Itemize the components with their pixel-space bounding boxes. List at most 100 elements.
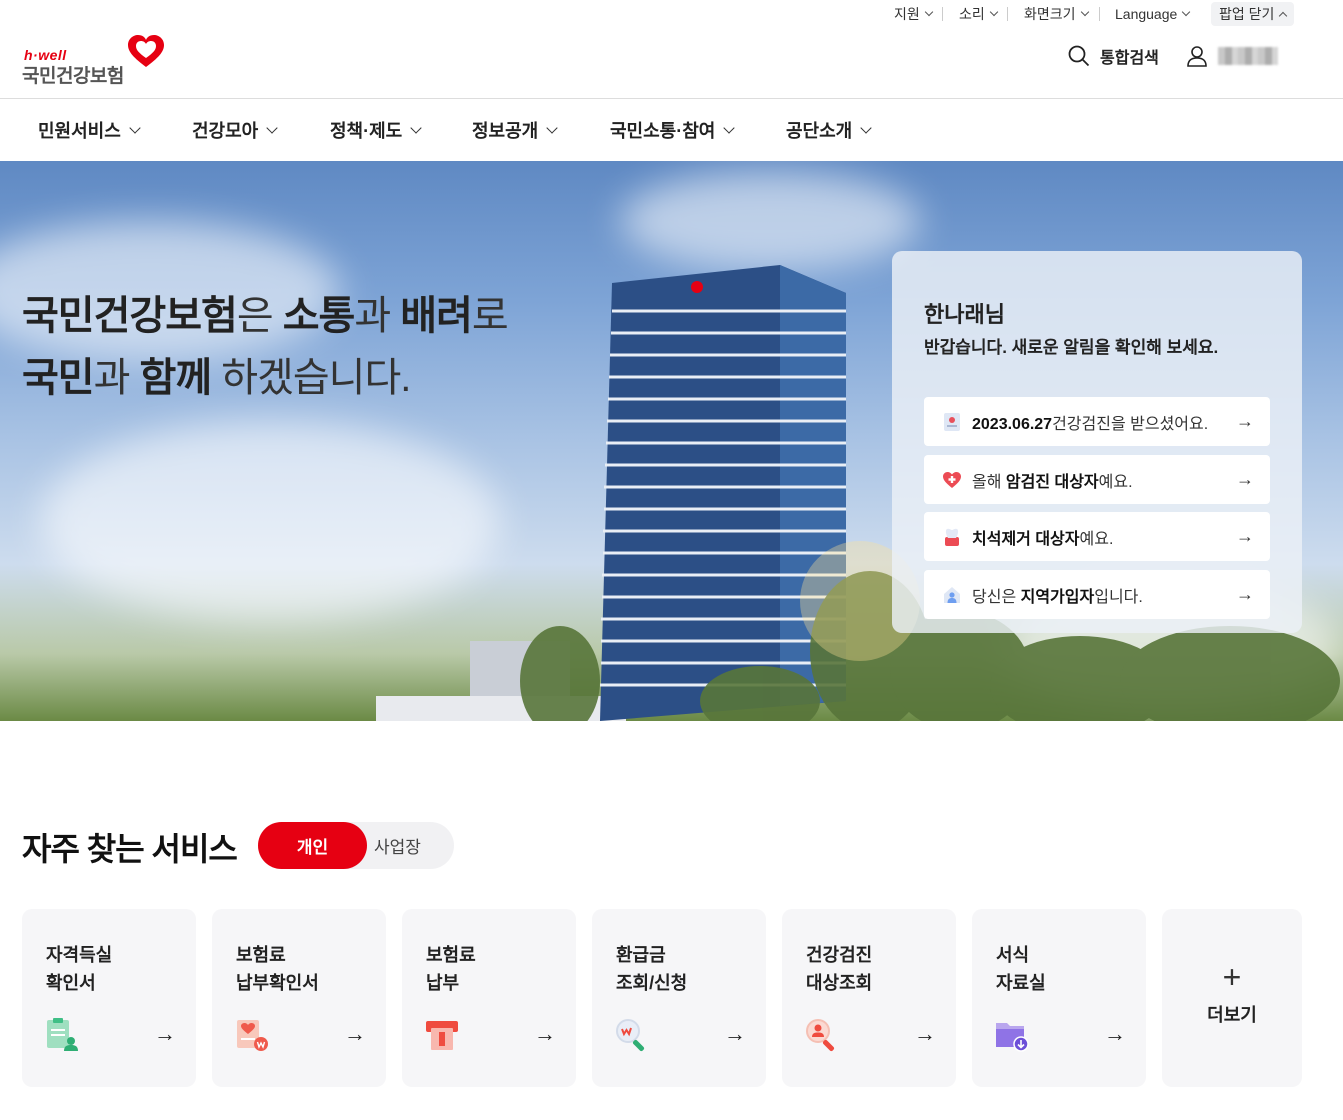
service-card-checkup-target[interactable]: 건강검진 대상조회 →: [782, 909, 956, 1087]
popup-close-label: 팝업 닫기: [1219, 6, 1275, 22]
arrow-right-icon: →: [1236, 469, 1254, 489]
more-label: 더보기: [1207, 1005, 1257, 1025]
service-card-form-library[interactable]: 서식 자료실 →: [972, 909, 1146, 1087]
tooth-icon: [942, 527, 962, 547]
arrow-right-icon: →: [1104, 1021, 1126, 1046]
service-card-payment-confirmation[interactable]: 보험료 납부확인서 →: [212, 909, 386, 1087]
hero-text: 로: [471, 294, 509, 338]
service-card-premium-payment[interactable]: 보험료 납부 →: [402, 909, 576, 1087]
screen-size-label: 화면크기: [1024, 6, 1076, 22]
tab-business[interactable]: 사업장: [374, 822, 421, 869]
gnb-label: 국민소통·참여: [610, 121, 716, 141]
gnb-item-health-moa[interactable]: 건강모아: [192, 117, 278, 143]
notice-text: 치석제거 대상자예요.: [972, 530, 1114, 548]
service-more-button[interactable]: + 더보기: [1162, 909, 1302, 1087]
service-card-label: 환급금 조회/신청: [616, 945, 688, 993]
notification-panel: 한나래님 반갑습니다. 새로운 알림을 확인해 보세요. 2023.06.27건…: [892, 251, 1302, 633]
notice-item-checkup[interactable]: 2023.06.27건강검진을 받으셨어요. →: [924, 397, 1270, 446]
chevron-up-icon: [1279, 11, 1288, 21]
chevron-down-icon: [723, 121, 736, 134]
checkup-doc-icon: [942, 412, 962, 432]
service-card-label: 보험료 납부확인서: [236, 945, 319, 993]
language-label: Language: [1115, 6, 1178, 22]
support-menu[interactable]: 지원: [886, 2, 940, 26]
arrow-right-icon: →: [724, 1021, 746, 1046]
logo[interactable]: h·well 국민건강보험: [22, 34, 167, 87]
gnb-item-policy[interactable]: 정책·제도: [330, 117, 422, 143]
gnb-item-about[interactable]: 공단소개: [786, 117, 872, 143]
service-card-label: 서식 자료실: [996, 945, 1046, 993]
user-name-blurred: [1218, 47, 1278, 65]
popup-close-button[interactable]: 팝업 닫기: [1211, 2, 1295, 26]
greeting-subtitle: 반갑습니다. 새로운 알림을 확인해 보세요.: [924, 338, 1219, 357]
integrated-search-button[interactable]: 통합검색: [1068, 40, 1159, 72]
home-person-icon: [942, 585, 962, 605]
screen-size-menu[interactable]: 화면크기: [1016, 2, 1096, 26]
certificate-person-icon: [47, 1018, 78, 1051]
refund-search-icon: [616, 1019, 645, 1052]
arrow-right-icon: →: [1236, 526, 1254, 546]
hero-text: 과: [354, 294, 401, 338]
logo-name: 국민건강보험: [22, 66, 124, 87]
user-icon: [1187, 46, 1207, 67]
plus-icon: +: [1222, 959, 1242, 995]
main-navigation: 민원서비스 건강모아 정책·제도 정보공개 국민소통·참여 공단소개: [0, 99, 1343, 161]
hero-text: 과: [93, 356, 140, 400]
chevron-down-icon: [129, 121, 141, 134]
gnb-label: 건강모아: [192, 121, 259, 141]
service-card-refund[interactable]: 환급금 조회/신청 →: [592, 909, 766, 1087]
chevron-down-icon: [266, 121, 278, 134]
notice-text: 올해 암검진 대상자예요.: [972, 473, 1133, 491]
chevron-down-icon: [1182, 7, 1191, 17]
gnb-item-civil-service[interactable]: 민원서비스: [38, 117, 141, 143]
payment-card-icon: [426, 1021, 458, 1050]
chevron-down-icon: [410, 121, 422, 134]
service-card-label: 보험료 납부: [426, 945, 476, 993]
chevron-down-icon: [860, 121, 872, 134]
gnb-label: 정책·제도: [330, 121, 403, 141]
arrow-right-icon: →: [534, 1021, 556, 1046]
utility-bar: 지원 소리 화면크기 Language 팝업 닫기: [0, 0, 1343, 28]
hero-headline: 국민건강보험은 소통과 배려로 국민과 함께 하겠습니다.: [22, 285, 509, 409]
notice-item-scaling[interactable]: 치석제거 대상자예요. →: [924, 512, 1270, 561]
notice-item-regional-subscriber[interactable]: 당신은 지역가입자입니다. →: [924, 570, 1270, 619]
sound-menu[interactable]: 소리: [951, 2, 1005, 26]
hero-text: 국민: [22, 356, 95, 400]
arrow-right-icon: →: [1236, 584, 1254, 604]
hero-text: 함께: [139, 356, 213, 400]
chevron-down-icon: [924, 7, 934, 17]
language-menu[interactable]: Language: [1107, 2, 1197, 26]
tab-personal[interactable]: 개인: [258, 822, 367, 869]
service-card-label: 자격득실 확인서: [46, 945, 113, 993]
heart-logo-icon: [128, 35, 164, 67]
hero-banner: 국민건강보험은 소통과 배려로 국민과 함께 하겠습니다. 한나래님 반갑습니다…: [0, 161, 1343, 721]
heart-plus-icon: [942, 470, 962, 490]
support-label: 지원: [894, 6, 920, 22]
hero-text: 은: [236, 294, 283, 338]
notice-text: 2023.06.27건강검진을 받으셨어요.: [972, 415, 1209, 433]
arrow-right-icon: →: [914, 1021, 936, 1046]
hero-text: 소통: [282, 294, 356, 338]
user-account-button[interactable]: [1186, 40, 1278, 72]
hero-text: 하겠습니다.: [211, 356, 411, 400]
search-label: 통합검색: [1100, 50, 1159, 67]
checkup-search-icon: [806, 1019, 835, 1052]
gnb-item-info-disclosure[interactable]: 정보공개: [472, 117, 558, 143]
gnb-item-communication[interactable]: 국민소통·참여: [610, 117, 736, 143]
chevron-down-icon: [1080, 7, 1089, 17]
sound-label: 소리: [959, 6, 985, 22]
service-card-qualification-certificate[interactable]: 자격득실 확인서 →: [22, 909, 196, 1087]
gnb-label: 공단소개: [786, 121, 853, 141]
hero-text: 배려: [400, 294, 473, 338]
greeting-name: 한나래님: [924, 302, 1005, 327]
divider: [942, 7, 943, 21]
chevron-down-icon: [989, 7, 999, 17]
divider: [1007, 7, 1008, 21]
notice-item-cancer-screening[interactable]: 올해 암검진 대상자예요. →: [924, 455, 1270, 504]
payment-confirm-icon: [237, 1020, 268, 1051]
gnb-label: 민원서비스: [38, 121, 121, 141]
service-type-toggle: 개인 사업장: [258, 822, 454, 869]
chevron-down-icon: [546, 121, 558, 134]
arrow-right-icon: →: [344, 1021, 366, 1046]
service-card-label: 건강검진 대상조회: [806, 945, 873, 993]
